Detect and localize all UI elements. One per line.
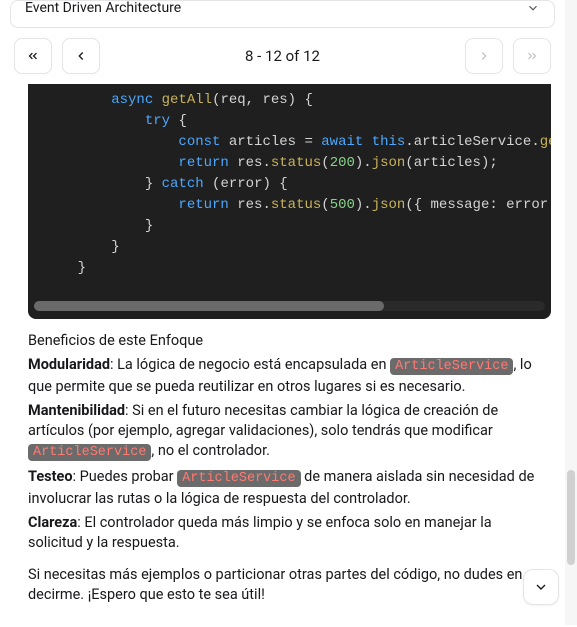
scrollbar-thumb[interactable]: [34, 301, 384, 311]
code-block: async getAll(req, res) { try { const art…: [28, 84, 551, 319]
benefits-section: Beneficios de este Enfoque Modularidad: …: [28, 319, 551, 605]
message-card: async getAll(req, res) { try { const art…: [28, 84, 551, 605]
inline-code: ArticleService: [28, 444, 151, 461]
code-horizontal-scrollbar[interactable]: [34, 301, 545, 311]
scrollbar-thumb[interactable]: [567, 470, 575, 565]
chevron-left-icon: [74, 49, 88, 63]
page-vertical-scrollbar[interactable]: [565, 0, 577, 625]
first-page-button[interactable]: [14, 38, 52, 74]
benefit-label: Clareza: [28, 514, 77, 531]
benefit-item: Clareza: El controlador queda más limpio…: [28, 513, 549, 553]
benefit-item: Modularidad: La lógica de negocio está e…: [28, 355, 549, 397]
inline-code: ArticleService: [390, 358, 513, 375]
chevrons-right-icon: [525, 49, 539, 63]
benefit-item: Testeo: Puedes probar ArticleService de …: [28, 467, 549, 509]
benefit-label: Mantenibilidad: [28, 402, 125, 419]
prev-page-button[interactable]: [62, 38, 100, 74]
benefit-label: Testeo: [28, 468, 73, 485]
benefit-label: Modularidad: [28, 356, 110, 373]
next-page-button[interactable]: [465, 38, 503, 74]
chevron-down-icon: [526, 1, 540, 15]
inline-code: ArticleService: [177, 470, 300, 487]
chevron-down-icon: [533, 579, 549, 595]
scroll-down-button[interactable]: [523, 569, 559, 605]
benefits-title: Beneficios de este Enfoque: [28, 331, 549, 351]
topic-dropdown[interactable]: Event Driven Architecture: [10, 0, 555, 28]
benefit-item: Mantenibilidad: Si en el futuro necesita…: [28, 401, 549, 463]
pagination: 8 - 12 of 12: [14, 38, 551, 74]
chevron-right-icon: [477, 49, 491, 63]
page-range: 8 - 12 of 12: [245, 47, 320, 65]
last-page-button[interactable]: [513, 38, 551, 74]
closing-text: Si necesitas más ejemplos o particionar …: [28, 565, 549, 605]
chevrons-left-icon: [26, 49, 40, 63]
topic-dropdown-label: Event Driven Architecture: [25, 0, 181, 16]
